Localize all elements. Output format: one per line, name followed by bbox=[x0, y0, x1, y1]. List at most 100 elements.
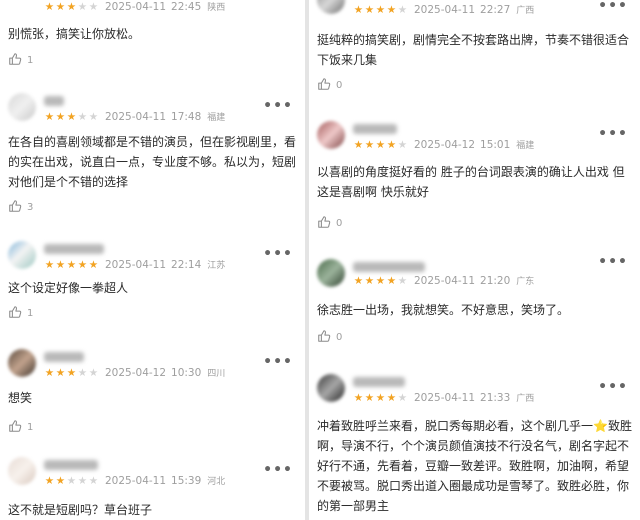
username-blurred[interactable] bbox=[44, 352, 84, 362]
more-options-icon[interactable]: ••• bbox=[598, 379, 628, 395]
review-meta: ★ ★ ★ ★ ★ 2025-04-11 22:14 江苏 bbox=[44, 258, 226, 272]
review-location: 广西 bbox=[516, 394, 535, 404]
username-blurred[interactable] bbox=[353, 262, 425, 272]
star-filled-icon: ★ bbox=[44, 366, 55, 379]
like-count: 3 bbox=[27, 202, 34, 213]
star-empty-icon: ★ bbox=[66, 474, 77, 487]
review-card: ★ ★ ★ ★ ★ 2025-04-11 22:45 陕西 别慌张，搞笑让你放松。 1 bbox=[0, 0, 305, 80]
star-filled-icon: ★ bbox=[386, 391, 397, 404]
star-empty-icon: ★ bbox=[397, 391, 408, 404]
review-text: 以喜剧的角度挺好看的 胜子的台词跟表演的确让人出戏 但这是喜剧啊 快乐就好 bbox=[317, 165, 625, 199]
review-location: 江苏 bbox=[207, 261, 226, 271]
star-filled-icon: ★ bbox=[386, 138, 397, 151]
avatar[interactable] bbox=[8, 457, 36, 485]
review-date: 2025-04-11 bbox=[105, 474, 167, 487]
star-filled-icon: ★ bbox=[375, 274, 386, 287]
thumbs-up-icon bbox=[8, 304, 22, 323]
thumbs-up-icon bbox=[8, 51, 22, 70]
review-location: 广东 bbox=[516, 277, 535, 287]
star-filled-icon: ★ bbox=[375, 138, 386, 151]
like-button[interactable]: 1 bbox=[8, 304, 33, 323]
star-filled-icon: ★ bbox=[55, 258, 66, 271]
review-text: 想笑 bbox=[8, 391, 33, 405]
review-meta: ★ ★ ★ ★ ★ 2025-04-12 15:01 福建 bbox=[353, 138, 535, 152]
more-options-icon[interactable]: ••• bbox=[598, 254, 628, 270]
like-button[interactable]: 1 bbox=[8, 51, 33, 70]
like-button[interactable]: 0 bbox=[317, 214, 342, 233]
like-button[interactable]: 3 bbox=[8, 198, 33, 217]
thumbs-up-icon bbox=[317, 214, 331, 233]
more-options-icon[interactable]: ••• bbox=[598, 0, 628, 14]
star-filled-icon: ★ bbox=[77, 258, 88, 271]
username-blurred[interactable] bbox=[44, 244, 104, 254]
review-text: 在各自的喜剧领域都是不错的演员，但在影视剧里，看的实在出戏，说直白一点，专业度不… bbox=[8, 135, 297, 189]
avatar[interactable] bbox=[317, 121, 345, 149]
avatar[interactable] bbox=[317, 374, 345, 402]
review-meta: ★ ★ ★ ★ ★ 2025-04-12 10:30 四川 bbox=[44, 366, 226, 380]
like-button[interactable]: 1 bbox=[8, 418, 33, 437]
username-blurred[interactable] bbox=[353, 124, 397, 134]
username-blurred[interactable] bbox=[353, 377, 405, 387]
avatar[interactable] bbox=[8, 93, 36, 121]
star-filled-icon: ★ bbox=[353, 391, 364, 404]
left-column: ★ ★ ★ ★ ★ 2025-04-11 22:45 陕西 别慌张，搞笑让你放松。 1 … bbox=[0, 0, 305, 520]
thumbs-up-icon bbox=[8, 198, 22, 217]
review-time: 17:48 bbox=[171, 110, 202, 123]
star-filled-icon: ★ bbox=[364, 274, 375, 287]
rating-stars: ★ ★ ★ ★ ★ bbox=[44, 111, 99, 123]
star-filled-icon: ★ bbox=[66, 258, 77, 271]
review-card: ★ ★ ★ ★ ★ 2025-04-11 22:27 广西 ••• 挺纯粹的搞笑剧，剧情… bbox=[309, 0, 640, 110]
like-button[interactable]: 0 bbox=[317, 76, 342, 95]
thumbs-up-icon bbox=[317, 76, 331, 95]
star-filled-icon: ★ bbox=[55, 366, 66, 379]
review-meta: ★ ★ ★ ★ ★ 2025-04-11 15:39 河北 bbox=[44, 474, 226, 488]
avatar[interactable] bbox=[8, 241, 36, 269]
more-options-icon[interactable]: ••• bbox=[263, 246, 293, 262]
review-date: 2025-04-11 bbox=[414, 3, 476, 16]
like-button[interactable]: 0 bbox=[317, 328, 342, 347]
review-card: ★ ★ ★ ★ ★ 2025-04-12 10:30 四川 ••• 想笑 1 bbox=[0, 344, 305, 444]
star-emoji-icon: ⭐ bbox=[593, 419, 608, 433]
star-empty-icon: ★ bbox=[397, 274, 408, 287]
rating-stars: ★ ★ ★ ★ ★ bbox=[44, 1, 99, 13]
more-options-icon[interactable]: ••• bbox=[263, 462, 293, 478]
star-filled-icon: ★ bbox=[364, 138, 375, 151]
avatar[interactable] bbox=[317, 259, 345, 287]
right-column: ★ ★ ★ ★ ★ 2025-04-11 22:27 广西 ••• 挺纯粹的搞笑剧，剧情… bbox=[309, 0, 640, 520]
star-filled-icon: ★ bbox=[44, 474, 55, 487]
rating-stars: ★ ★ ★ ★ ★ bbox=[44, 367, 99, 379]
review-time: 21:33 bbox=[480, 391, 511, 404]
star-empty-icon: ★ bbox=[77, 366, 88, 379]
star-filled-icon: ★ bbox=[44, 0, 55, 13]
star-filled-icon: ★ bbox=[386, 274, 397, 287]
review-location: 陕西 bbox=[207, 3, 226, 13]
review-date: 2025-04-11 bbox=[105, 110, 167, 123]
more-options-icon[interactable]: ••• bbox=[598, 126, 628, 142]
thumbs-up-icon bbox=[317, 328, 331, 347]
like-count: 1 bbox=[27, 308, 34, 319]
review-text: 冲着致胜呼兰来看，脱口秀每期必看，这个剧几乎一⭐致胜啊，导演不行，个个演员颜值演… bbox=[317, 416, 632, 516]
avatar[interactable] bbox=[8, 349, 36, 377]
review-date: 2025-04-11 bbox=[414, 391, 476, 404]
rating-stars: ★ ★ ★ ★ ★ bbox=[353, 4, 408, 16]
like-count: 1 bbox=[27, 55, 34, 66]
like-count: 1 bbox=[27, 422, 34, 433]
avatar[interactable] bbox=[317, 0, 345, 14]
review-date: 2025-04-11 bbox=[105, 0, 167, 13]
thumbs-up-icon bbox=[8, 418, 22, 437]
review-card: ★ ★ ★ ★ ★ 2025-04-12 15:01 福建 ••• 以喜剧的角度挺好看的… bbox=[309, 116, 640, 246]
more-options-icon[interactable]: ••• bbox=[263, 354, 293, 370]
rating-stars: ★ ★ ★ ★ ★ bbox=[353, 392, 408, 404]
star-filled-icon: ★ bbox=[88, 258, 99, 271]
more-options-icon[interactable]: ••• bbox=[263, 98, 293, 114]
username-blurred[interactable] bbox=[44, 96, 64, 106]
like-count: 0 bbox=[336, 80, 343, 91]
review-card: ★ ★ ★ ★ ★ 2025-04-11 21:33 广西 ••• 冲着致胜呼兰来看，脱… bbox=[309, 364, 640, 520]
username-blurred[interactable] bbox=[44, 460, 98, 470]
review-card: ★ ★ ★ ★ ★ 2025-04-11 21:20 广东 ••• 徐志胜一出场，我就想… bbox=[309, 254, 640, 354]
star-empty-icon: ★ bbox=[77, 110, 88, 123]
star-filled-icon: ★ bbox=[44, 258, 55, 271]
review-location: 四川 bbox=[207, 369, 226, 379]
star-filled-icon: ★ bbox=[44, 110, 55, 123]
review-time: 22:27 bbox=[480, 3, 511, 16]
